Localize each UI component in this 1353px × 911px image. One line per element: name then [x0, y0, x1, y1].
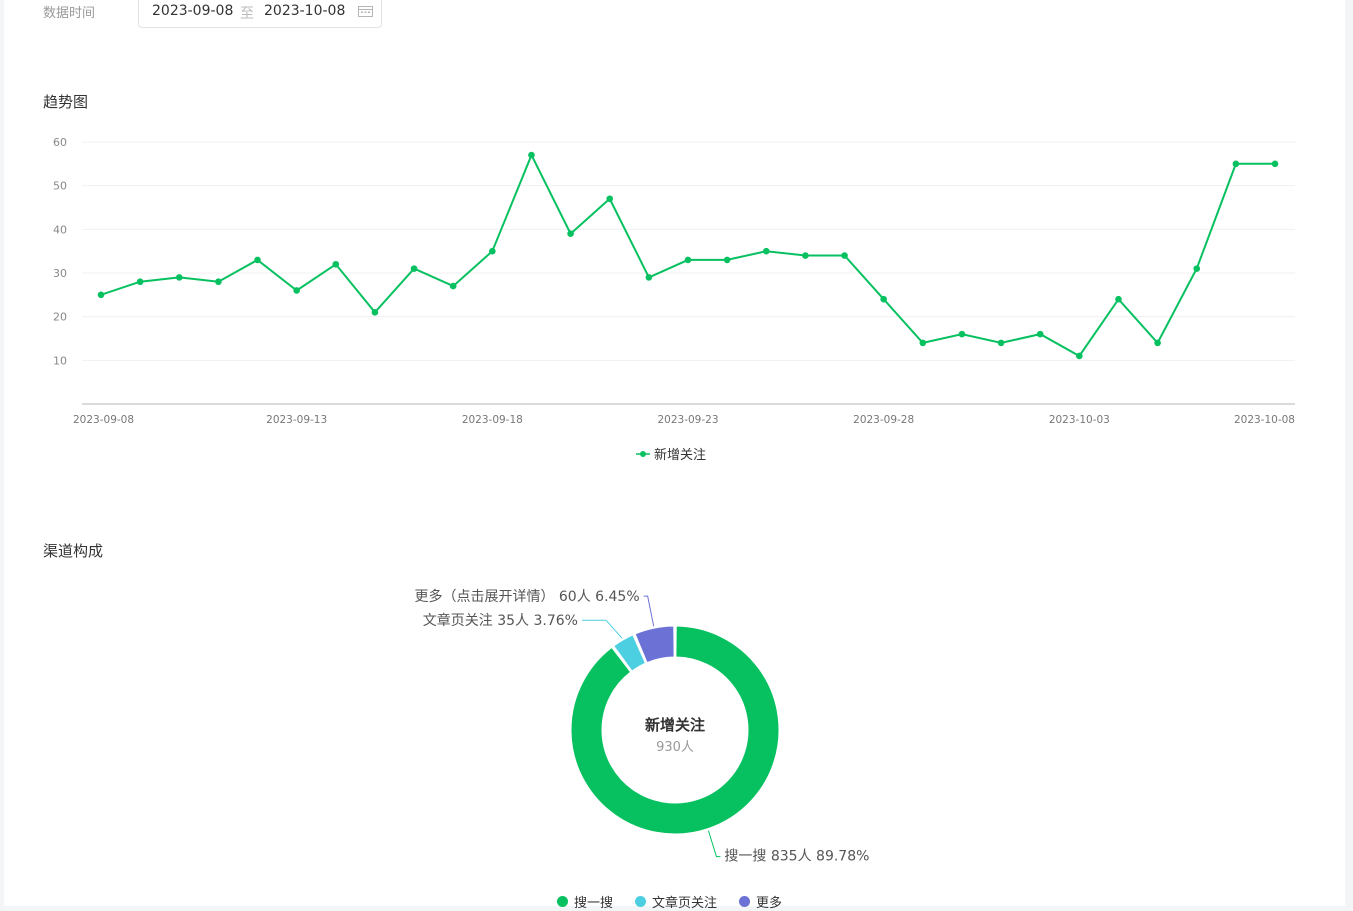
slice-label-article: 文章页关注 35人 3.76% — [423, 612, 578, 629]
donut-center-title: 新增关注 — [645, 716, 705, 734]
leader-line-more — [643, 595, 655, 627]
legend-item-search[interactable]: 搜一搜 — [574, 892, 613, 911]
slice-label-search: 搜一搜 835人 89.78% — [724, 849, 869, 865]
legend-dot-more — [739, 896, 751, 907]
donut-legend: 搜一搜 文章页关注 更多 — [557, 892, 782, 911]
legend-item-more[interactable]: 更多 — [756, 892, 782, 911]
legend-dot-article — [635, 896, 647, 907]
slice-label-more[interactable]: 更多（点击展开详情） 60人 6.45% — [414, 588, 639, 605]
leader-line-article — [582, 619, 623, 639]
donut-center-value: 930人 — [656, 740, 694, 755]
leader-line-search — [707, 830, 721, 858]
legend-item-article[interactable]: 文章页关注 — [652, 892, 717, 911]
legend-dot-search — [557, 896, 568, 907]
channel-donut-chart: 搜一搜 835人 89.78% 文章页关注 35人 3.76% 更多（点击展开详情）… — [414, 588, 869, 865]
